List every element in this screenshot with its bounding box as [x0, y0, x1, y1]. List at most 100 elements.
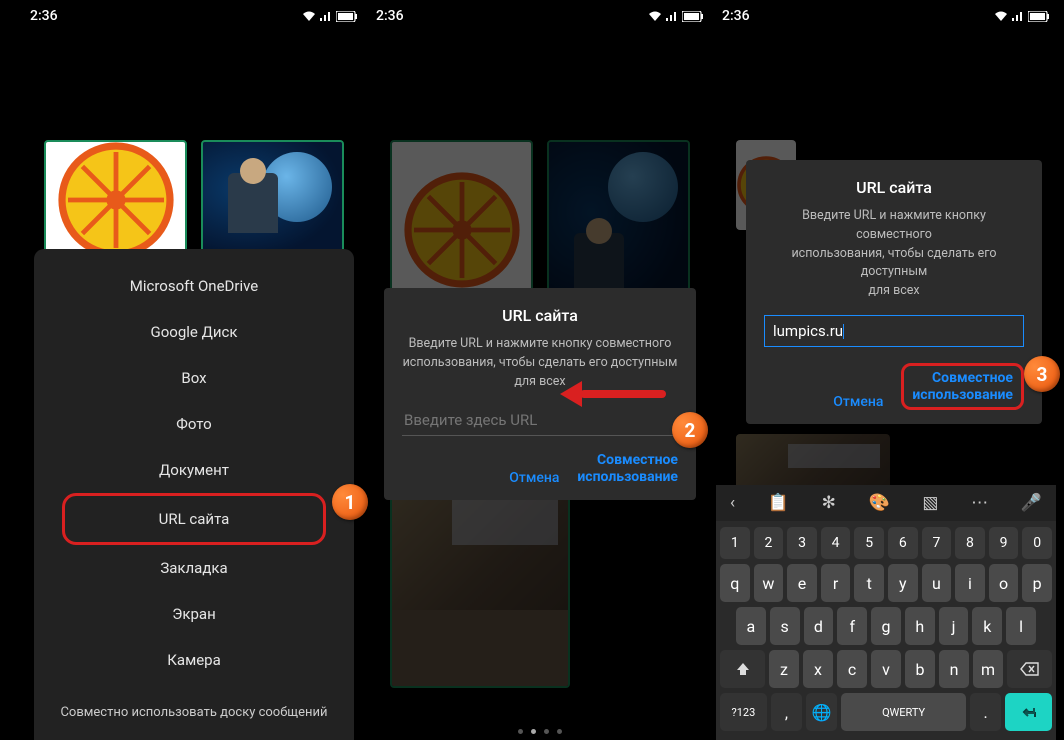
- key-q[interactable]: q: [720, 564, 750, 602]
- share-sheet: Microsoft OneDrive Google Диск Box Фото …: [34, 249, 354, 740]
- kb-row-2: a s d f g h j k l: [720, 607, 1052, 645]
- url-dialog: URL сайта Введите URL и нажмите кнопку с…: [746, 160, 1042, 424]
- key-h[interactable]: h: [905, 607, 935, 645]
- signal-icon: [1011, 11, 1025, 22]
- key-g[interactable]: g: [871, 607, 901, 645]
- key-shift[interactable]: [720, 650, 765, 688]
- key-u[interactable]: u: [922, 564, 952, 602]
- key-3[interactable]: 3: [787, 527, 817, 559]
- settings-icon[interactable]: ✻: [822, 493, 836, 513]
- key-6[interactable]: 6: [888, 527, 918, 559]
- key-d[interactable]: d: [804, 607, 834, 645]
- chevron-left-icon[interactable]: ‹: [730, 493, 735, 513]
- battery-icon: [1028, 11, 1050, 22]
- thumbnail-lemon[interactable]: [44, 140, 187, 260]
- status-bar: 2:36: [716, 0, 1056, 26]
- callout-arrow: [580, 390, 666, 398]
- key-n[interactable]: n: [939, 650, 969, 688]
- key-r[interactable]: r: [821, 564, 851, 602]
- status-icons: [994, 11, 1050, 22]
- key-2[interactable]: 2: [754, 527, 784, 559]
- key-z[interactable]: z: [769, 650, 799, 688]
- key-symbols[interactable]: ?123: [720, 693, 767, 731]
- mic-icon[interactable]: 🎤: [1021, 493, 1042, 513]
- key-l[interactable]: l: [1006, 607, 1036, 645]
- key-p[interactable]: p: [1022, 564, 1052, 602]
- key-y[interactable]: y: [888, 564, 918, 602]
- clipboard-icon[interactable]: 📋: [768, 493, 789, 513]
- key-m[interactable]: m: [973, 650, 1003, 688]
- step-badge-3: 3: [1024, 356, 1060, 392]
- key-backspace[interactable]: [1007, 650, 1052, 688]
- image-icon[interactable]: ▧: [922, 493, 938, 513]
- key-0[interactable]: 0: [1022, 527, 1052, 559]
- lemon-icon: [56, 140, 176, 260]
- key-period[interactable]: .: [970, 693, 1001, 731]
- dialog-body: Введите URL и нажмите кнопку совместного…: [402, 335, 678, 391]
- step-badge-1: 1: [332, 484, 368, 520]
- thumbnail-space[interactable]: [201, 140, 344, 260]
- key-s[interactable]: s: [770, 607, 800, 645]
- dialog-title: URL сайта: [402, 306, 678, 325]
- key-enter[interactable]: [1005, 693, 1052, 731]
- key-8[interactable]: 8: [955, 527, 985, 559]
- clock: 2:36: [376, 8, 404, 24]
- key-x[interactable]: x: [803, 650, 833, 688]
- cancel-button[interactable]: Отмена: [509, 470, 559, 486]
- sheet-item-onedrive[interactable]: Microsoft OneDrive: [34, 263, 354, 309]
- cancel-button[interactable]: Отмена: [833, 394, 883, 410]
- url-input[interactable]: [402, 405, 678, 436]
- thumbnail-room[interactable]: Lumpics Test 4: [390, 468, 570, 688]
- key-7[interactable]: 7: [922, 527, 952, 559]
- sheet-item-box[interactable]: Box: [34, 355, 354, 401]
- more-icon[interactable]: ⋯: [971, 493, 988, 513]
- key-f[interactable]: f: [837, 607, 867, 645]
- battery-icon: [336, 11, 358, 22]
- key-a[interactable]: a: [736, 607, 766, 645]
- sheet-item-bookmark[interactable]: Закладка: [34, 545, 354, 591]
- key-k[interactable]: k: [972, 607, 1002, 645]
- key-4[interactable]: 4: [821, 527, 851, 559]
- sheet-item-document[interactable]: Документ: [34, 447, 354, 493]
- key-j[interactable]: j: [939, 607, 969, 645]
- url-input[interactable]: lumpics.ru: [764, 315, 1024, 347]
- key-e[interactable]: e: [787, 564, 817, 602]
- dialog-body: Введите URL и нажмите кнопку совместного…: [764, 207, 1024, 301]
- dialog-actions: Отмена Совместноеиспользование: [402, 446, 678, 492]
- phone-panel-2: 2:36 Lumpi... Lumpics RU Lumpics Test 4: [370, 0, 710, 740]
- clock: 2:36: [722, 8, 750, 24]
- keyboard: 1 2 3 4 5 6 7 8 9 0 q w e r t y: [716, 521, 1056, 740]
- key-9[interactable]: 9: [989, 527, 1019, 559]
- key-globe[interactable]: 🌐: [806, 693, 837, 731]
- key-space[interactable]: QWERTY: [841, 693, 966, 731]
- sheet-item-screen[interactable]: Экран: [34, 591, 354, 637]
- signal-icon: [319, 11, 333, 22]
- sheet-item-url[interactable]: URL сайта: [62, 493, 326, 545]
- share-button[interactable]: Совместноеиспользование: [901, 363, 1024, 411]
- step-badge-2: 2: [672, 412, 708, 448]
- wifi-icon: [648, 11, 662, 22]
- status-icons: [302, 11, 358, 22]
- key-5[interactable]: 5: [854, 527, 884, 559]
- key-i[interactable]: i: [955, 564, 985, 602]
- dialog-title: URL сайта: [764, 178, 1024, 197]
- key-o[interactable]: o: [989, 564, 1019, 602]
- kb-row-1: q w e r t y u i o p: [720, 564, 1052, 602]
- key-b[interactable]: b: [905, 650, 935, 688]
- sheet-item-gdrive[interactable]: Google Диск: [34, 309, 354, 355]
- signal-icon: [665, 11, 679, 22]
- key-comma[interactable]: ,: [771, 693, 802, 731]
- key-c[interactable]: c: [837, 650, 867, 688]
- sheet-item-photo[interactable]: Фото: [34, 401, 354, 447]
- pagination-dots: [518, 729, 562, 734]
- key-w[interactable]: w: [754, 564, 784, 602]
- key-v[interactable]: v: [871, 650, 901, 688]
- key-t[interactable]: t: [854, 564, 884, 602]
- lemon-icon: [402, 170, 522, 290]
- phone-panel-1: 2:36 Microsoft OneDrive Google Диск Box …: [24, 0, 364, 740]
- key-1[interactable]: 1: [720, 527, 750, 559]
- thumb-label: Lumpics Test 4: [392, 669, 568, 686]
- sheet-item-camera[interactable]: Камера: [34, 637, 354, 683]
- share-button[interactable]: Совместноеиспользование: [577, 452, 678, 486]
- palette-icon[interactable]: 🎨: [869, 493, 890, 513]
